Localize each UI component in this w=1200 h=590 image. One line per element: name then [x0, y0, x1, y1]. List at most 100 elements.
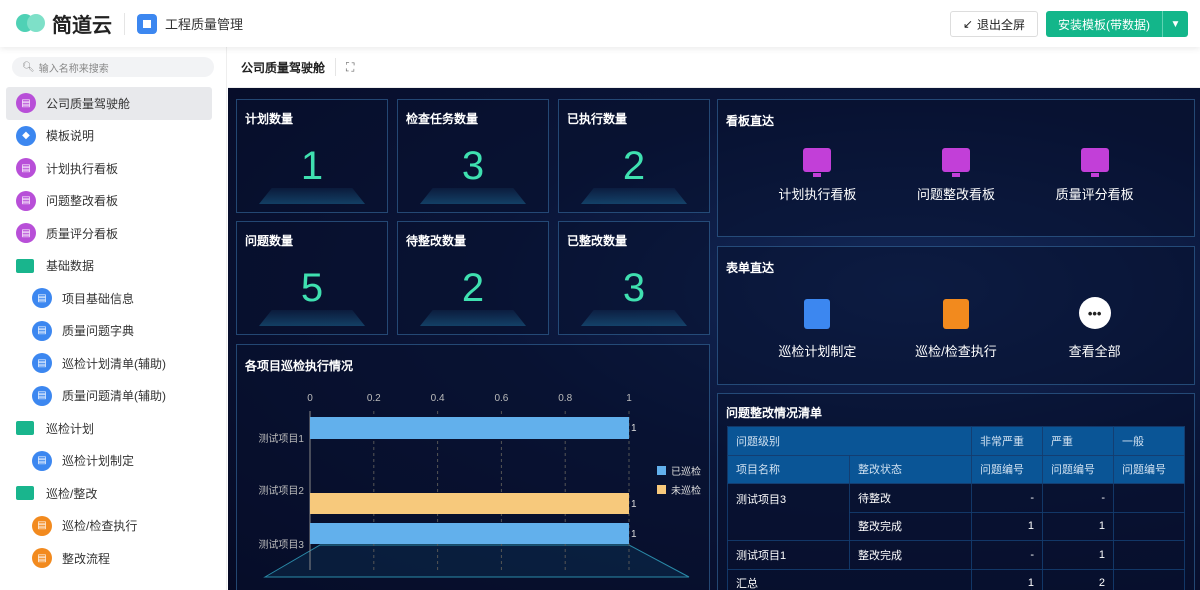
sidebar-item[interactable]: ▤ 计划执行看板: [6, 152, 212, 185]
dashboard: 计划数量 1 检查任务数量 3 已执行数量 2 问题数量 5 待整改数量 2 已整改数量 3 看板直达…: [228, 88, 1200, 590]
sidebar-item[interactable]: ▤ 整改流程: [6, 542, 212, 575]
table-header-row: 项目名称 整改状态 问题编号 问题编号 问题编号: [727, 454, 1185, 484]
sidebar-item[interactable]: 基础数据: [6, 250, 212, 283]
install-template-button[interactable]: 安装模板(带数据) ▼: [1046, 11, 1188, 37]
divider: [124, 12, 125, 35]
kpi-card: 计划数量 1: [236, 99, 388, 213]
data-label: 1: [631, 529, 637, 540]
sidebar-item[interactable]: ▤ 项目基础信息: [6, 282, 212, 315]
kpi-value: 5: [300, 266, 324, 310]
board-link-score[interactable]: 质量评分看板: [1030, 148, 1160, 203]
header-cell: 问题级别: [727, 426, 972, 456]
sidebar-item-label: 模板说明: [46, 129, 95, 144]
header-cell: 项目名称: [727, 454, 850, 484]
form-icon: ▤: [32, 353, 52, 374]
y-tick-label: 测试项目3: [258, 538, 304, 551]
sidebar-item[interactable]: ▤ 巡检计划清单(辅助): [6, 347, 212, 380]
legend-swatch: [657, 466, 666, 475]
data-label: 1: [631, 423, 637, 434]
exit-fullscreen-button[interactable]: ↙ 退出全屏: [949, 11, 1038, 37]
kpi-base: [581, 310, 687, 326]
sidebar-item[interactable]: ▤ 巡检计划制定: [6, 445, 212, 478]
y-tick-label: 测试项目1: [258, 432, 304, 445]
chevron-down-icon[interactable]: ▼: [1162, 11, 1188, 37]
monitor-chart-icon: [803, 148, 832, 177]
form-link-plan[interactable]: 巡检计划制定: [752, 299, 882, 360]
table-cell: 测试项目3: [727, 483, 850, 541]
sidebar-item[interactable]: 巡检计划: [6, 412, 212, 445]
sidebar: 🔍︎ 输入名称来搜索 ▤ 公司质量驾驶舱 ◆ 模板说明 ▤ 计划执行看板 ▤ 问题整改看板 ▤ 质量…: [0, 47, 227, 590]
board-links-title: 看板直达: [726, 114, 775, 128]
kpi-base: [420, 310, 526, 326]
sidebar-item-label: 巡检计划清单(辅助): [62, 356, 166, 371]
sidebar-item-label: 巡检/整改: [46, 486, 98, 501]
header-cell: 问题编号: [971, 454, 1043, 484]
view-all-link[interactable]: ••• 查看全部: [1030, 297, 1160, 360]
kpi-label: 已执行数量: [567, 112, 628, 126]
kpi-label: 待整改数量: [406, 234, 467, 248]
table-row: 测试项目3 待整改 - -: [727, 483, 1185, 541]
sidebar-item-label: 基础数据: [46, 259, 95, 274]
brand-name: 简道云: [52, 15, 112, 37]
table-cell: 汇总: [727, 568, 972, 590]
sidebar-item[interactable]: ▤ 质量问题清单(辅助): [6, 380, 212, 413]
issue-table-title: 问题整改情况清单: [726, 406, 823, 420]
link-label: 查看全部: [1068, 344, 1121, 359]
bar: [310, 523, 629, 544]
bar: [310, 417, 629, 439]
kpi-card: 问题数量 5: [236, 221, 388, 335]
x-tick-label: 0.6: [494, 393, 508, 404]
sidebar-item-label: 整改流程: [62, 551, 111, 566]
header-cell: 一般: [1113, 426, 1185, 456]
board-link-plan[interactable]: 计划执行看板: [752, 148, 882, 203]
form-icon: ▤: [32, 450, 52, 471]
data-label: 1: [631, 499, 637, 510]
table-cell: [1113, 568, 1185, 590]
table-cell: 1: [1042, 511, 1114, 541]
table-cell: 2: [1042, 568, 1114, 590]
monitor-chart-icon: [1080, 148, 1109, 177]
table-cell: 测试项目1: [727, 540, 850, 570]
form-link-inspect[interactable]: 巡检/检查执行: [891, 299, 1021, 360]
kpi-value: 2: [622, 144, 646, 188]
sidebar-item-label: 计划执行看板: [46, 161, 119, 176]
kpi-base: [259, 310, 365, 326]
x-tick-label: 0.4: [431, 393, 445, 404]
sidebar-item[interactable]: ▤ 质量问题字典: [6, 315, 212, 348]
search-icon: 🔍︎: [22, 61, 35, 73]
table-cell: 整改完成: [849, 540, 972, 570]
sidebar-item[interactable]: ▤ 公司质量驾驶舱: [6, 87, 212, 120]
legend-label: 未巡检: [671, 484, 701, 497]
flow-icon: ▤: [32, 515, 52, 536]
sidebar-item-label: 问题整改看板: [46, 194, 119, 209]
header-cell: 严重: [1042, 426, 1114, 456]
kpi-card: 已整改数量 3: [558, 221, 710, 335]
sidebar-item-label: 公司质量驾驶舱: [46, 96, 131, 111]
form-icon: ▤: [32, 320, 52, 341]
link-label: 巡检计划制定: [778, 344, 857, 359]
sidebar-item[interactable]: ▤ 巡检/检查执行: [6, 510, 212, 543]
link-label: 质量评分看板: [1055, 187, 1134, 202]
board-link-issue[interactable]: 问题整改看板: [891, 148, 1021, 203]
fullscreen-icon[interactable]: ⛶: [346, 60, 354, 75]
kpi-value: 3: [461, 144, 485, 188]
sidebar-item[interactable]: ◆ 模板说明: [6, 120, 212, 153]
flow-icon: [942, 299, 969, 329]
sidebar-item[interactable]: ▤ 质量评分看板: [6, 217, 212, 250]
sidebar-item[interactable]: 巡检/整改: [6, 477, 212, 510]
search-input[interactable]: 🔍︎ 输入名称来搜索: [12, 57, 214, 77]
y-tick-label: 测试项目2: [258, 484, 304, 497]
dashboard-icon: ▤: [16, 223, 36, 244]
brand-logo[interactable]: 简道云: [16, 9, 112, 38]
install-label[interactable]: 安装模板(带数据): [1046, 11, 1162, 37]
table-cell: 整改完成: [849, 511, 972, 541]
folder-icon: [16, 421, 34, 436]
table-cell: 1: [1042, 540, 1114, 570]
table-cell: 1: [971, 511, 1043, 541]
issue-table-panel: 问题整改情况清单 问题级别 非常严重 严重 一般 项目名称 整改状态 问题编号 问题编号 问题…: [717, 393, 1195, 590]
exit-fullscreen-label: 退出全屏: [976, 17, 1025, 32]
table-header-row: 问题级别 非常严重 严重 一般: [727, 426, 1185, 456]
search-placeholder: 输入名称来搜索: [38, 63, 109, 75]
link-label: 问题整改看板: [916, 187, 995, 202]
sidebar-item[interactable]: ▤ 问题整改看板: [6, 185, 212, 218]
